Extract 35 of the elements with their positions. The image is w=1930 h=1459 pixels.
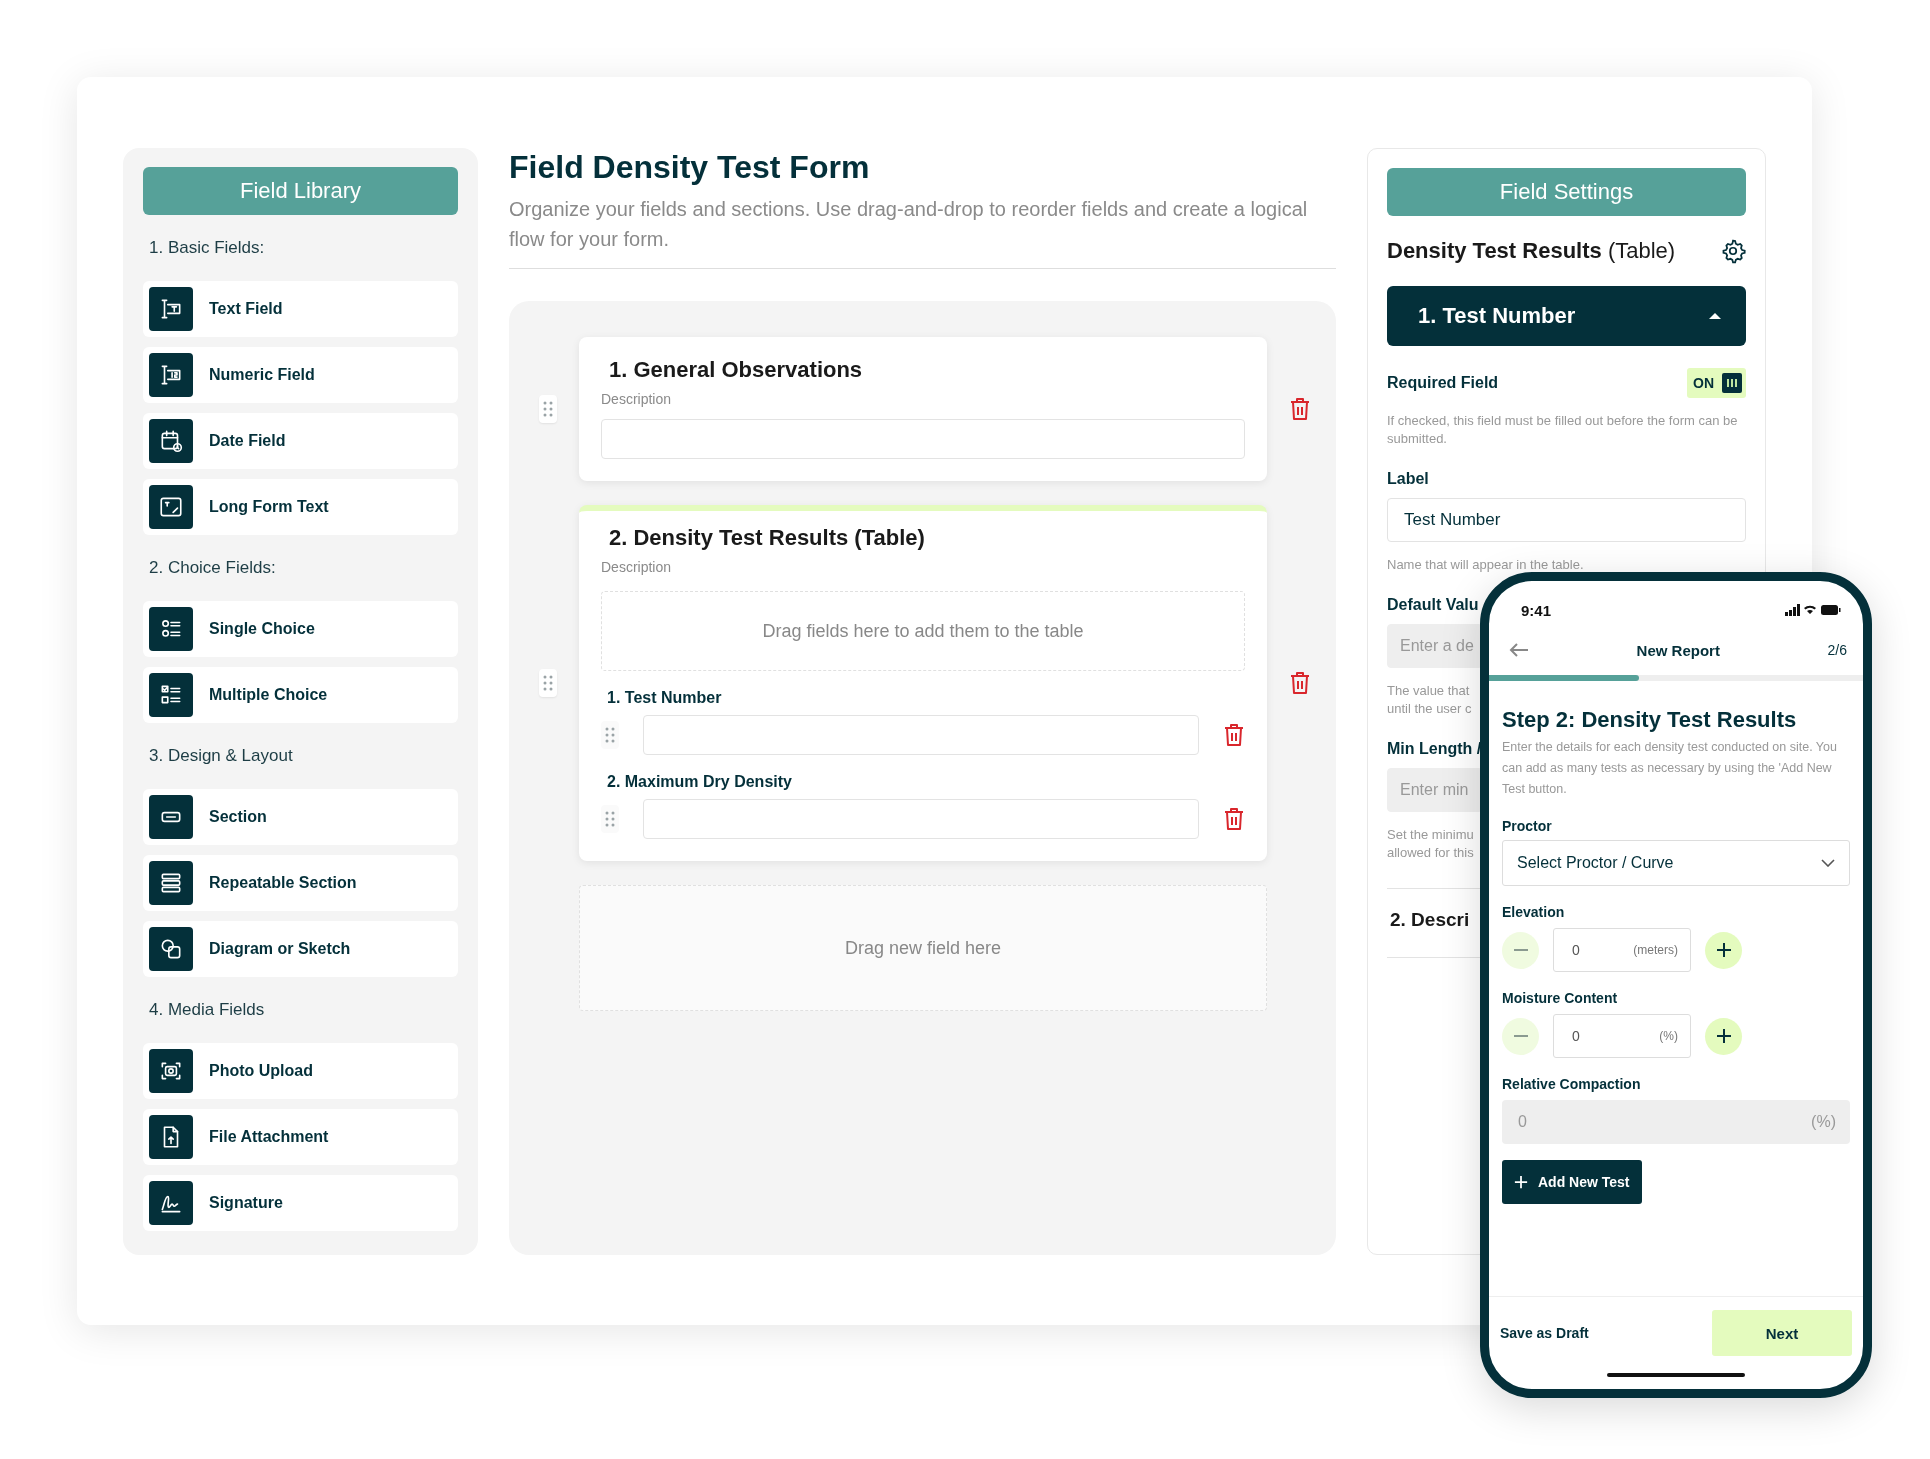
field-label: Proctor xyxy=(1502,818,1553,834)
help-text: allowed for this xyxy=(1387,844,1474,862)
help-text: until the user c xyxy=(1387,700,1472,718)
form-subtitle: Organize your fields and sections. Use drag-and-drop to reorder fields and create a logical flow for your form. xyxy=(509,197,1309,252)
help-text: Set the minimu xyxy=(1387,826,1474,844)
drop-hint: Drag new field here xyxy=(844,937,1002,959)
section-title: 1. General Observations xyxy=(608,357,864,383)
settings-subject: Density Test Results (Table) xyxy=(1387,238,1676,264)
group-heading: 3. Design & Layout xyxy=(149,745,294,767)
field-label: Default Valu xyxy=(1387,596,1479,614)
step-counter: 2/6 xyxy=(1827,642,1847,658)
screen-title: New Report xyxy=(1636,641,1720,659)
column-label: 2. Maximum Dry Density xyxy=(606,773,793,791)
status-time: 9:41 xyxy=(1521,601,1552,619)
help-text: If checked, this field must be filled out before the form can be submitted. xyxy=(1387,412,1739,448)
group-heading: 2. Choice Fields: xyxy=(149,557,277,579)
column-label: 1. Test Number xyxy=(606,689,723,707)
field-label: Moisture Content xyxy=(1502,990,1619,1006)
panel-header: Field Library xyxy=(143,167,458,215)
group-heading: 4. Media Fields xyxy=(149,999,266,1021)
help-text: The value that xyxy=(1387,682,1470,700)
form-title: Field Density Test Form xyxy=(509,148,871,186)
description-label: Description xyxy=(601,559,673,575)
step-title: Step 2: Density Test Results xyxy=(1502,707,1798,733)
step-description: Enter the details for each density test conducted on site. You can add as many tests as necessary by using the 'Add New Test button. xyxy=(1502,739,1837,798)
field-label: Elevation xyxy=(1502,904,1566,920)
group-heading: 1. Basic Fields: xyxy=(149,237,266,259)
drop-hint: Drag fields here to add them to the table xyxy=(762,620,1084,642)
field-label: Relative Compaction xyxy=(1502,1076,1642,1092)
section-title: 2. Density Test Results (Table) xyxy=(608,525,926,551)
description-label: Description xyxy=(601,391,673,407)
field-label: Label xyxy=(1387,470,1430,488)
panel-header: Field Settings xyxy=(1387,168,1746,216)
help-text: Name that will appear in the table. xyxy=(1387,556,1585,574)
field-label: Required Field xyxy=(1387,374,1499,392)
